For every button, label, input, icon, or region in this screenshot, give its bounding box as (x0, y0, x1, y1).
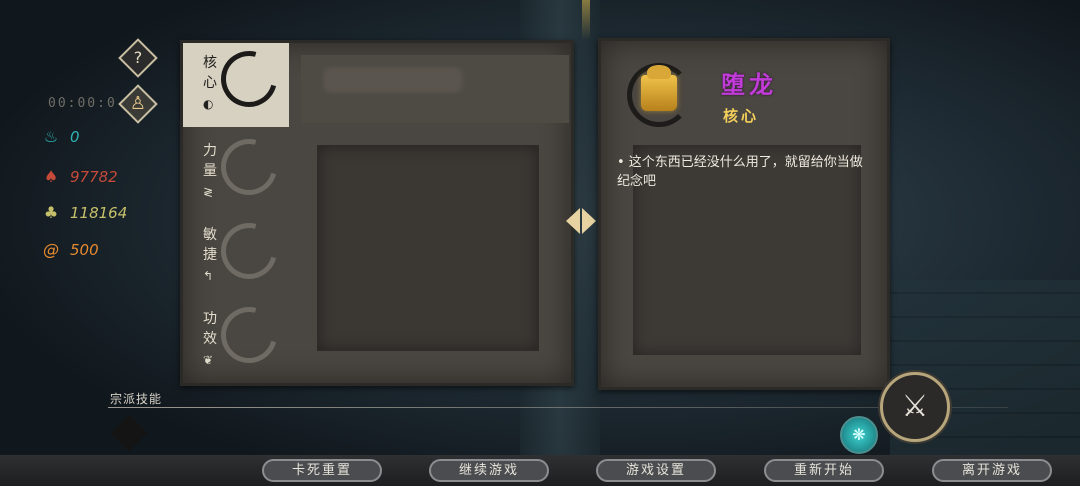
divider (108, 407, 1008, 408)
strength-icon: ≷ (203, 185, 214, 199)
shell-icon: ❋ (852, 425, 866, 444)
item-name: 堕龙 (721, 70, 777, 99)
resource-row: @ 500 (42, 240, 99, 259)
item-type: 核心 (723, 107, 760, 125)
continue-game-button[interactable]: 继续游戏 (429, 459, 549, 482)
resource-value: 118164 (70, 203, 128, 222)
restart-button[interactable]: 重新开始 (764, 459, 884, 482)
tab-agility[interactable]: 敏捷 ↰ (183, 212, 289, 299)
resource-value: 0 (70, 127, 80, 146)
item-detail-panel: 堕龙 核心 • 这个东西已经没什么用了，就留给你当做纪念吧 (598, 38, 890, 390)
swirl-icon: ♣ (43, 203, 59, 222)
inventory-panel: 核心 ◐ 力量 ≷ 敏捷 ↰ 功效 ❦ (180, 40, 574, 386)
spiral-icon: @ (43, 240, 59, 259)
light-beam (582, 0, 590, 40)
tab-strength[interactable]: 力量 ≷ (183, 128, 289, 215)
tab-label: 力量 (203, 143, 217, 179)
resource-row: ♣ 118164 (42, 203, 127, 222)
tab-label: 敏捷 (203, 227, 217, 263)
category-tabs: 核心 ◐ 力量 ≷ 敏捷 ↰ 功效 ❦ (183, 40, 289, 383)
tab-efficacy[interactable]: 功效 ❦ (183, 296, 289, 383)
tab-ring (210, 40, 288, 118)
game-settings-button[interactable]: 游戏设置 (596, 459, 716, 482)
flame-icon: ♨ (43, 127, 59, 146)
agility-icon: ↰ (203, 269, 214, 283)
efficacy-icon: ❦ (203, 353, 214, 367)
reset-stuck-button[interactable]: 卡死重置 (262, 459, 382, 482)
panel-toggle-arrows[interactable] (566, 208, 596, 234)
attack-button[interactable]: ⚔ (880, 372, 950, 442)
golden-seal-icon (641, 65, 677, 111)
tab-label: 核心 (203, 55, 217, 91)
sword-icon: ⚔ (901, 389, 929, 424)
shell-skill-button[interactable]: ❋ (840, 416, 878, 454)
tab-ring (210, 212, 288, 290)
fire-icon: ♠ (43, 167, 59, 186)
arrow-right-icon (582, 208, 596, 234)
resource-row: ♨ 0 (42, 127, 80, 146)
tab-core[interactable]: 核心 ◐ (183, 40, 289, 127)
question-icon: ? (133, 48, 143, 67)
resource-row: ♠ 97782 (42, 167, 118, 186)
tab-label: 功效 (203, 311, 217, 347)
resource-value: 97782 (70, 167, 118, 186)
tab-ring (210, 128, 288, 206)
arrow-left-icon (566, 208, 580, 234)
item-description: • 这个东西已经没什么用了，就留给你当做纪念吧 (617, 155, 863, 189)
resource-value: 500 (70, 240, 99, 259)
game-timer: 00:00:0 (48, 96, 117, 111)
portrait-icon: ♙ (129, 93, 147, 114)
sect-skills-label: 宗派技能 (110, 392, 163, 406)
leave-game-button[interactable]: 离开游戏 (932, 459, 1052, 482)
panel-title-placeholder (323, 67, 463, 93)
item-grid-area[interactable] (317, 145, 539, 351)
tab-ring (210, 296, 288, 374)
core-icon: ◐ (203, 97, 214, 111)
